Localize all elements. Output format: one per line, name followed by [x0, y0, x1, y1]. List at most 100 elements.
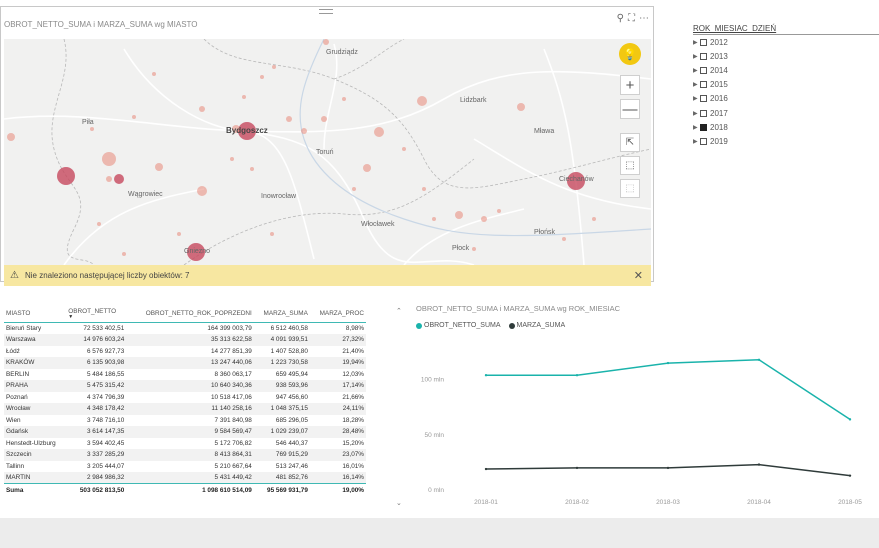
bubble[interactable] [199, 106, 205, 112]
map-visual[interactable]: OBROT_NETTO_SUMA i MARZA_SUMA wg MIASTO … [0, 6, 654, 286]
data-point[interactable] [848, 418, 852, 421]
bubble[interactable] [270, 232, 274, 236]
data-point[interactable] [575, 466, 579, 470]
date-slicer[interactable]: ROK_MIESIAC_DZIEŃ ▶ 2012 ▶ 2013 ▶ 2014 ▶ 2015 ▶ 2… [693, 24, 879, 149]
table-row[interactable]: Wrocław 4 348 178,42 11 140 258,16 1 048 37… [4, 403, 366, 415]
table-row[interactable]: Gdańsk 3 614 147,35 9 584 569,47 1 029 239,… [4, 426, 366, 438]
checkbox[interactable] [700, 95, 707, 103]
select-pointer-icon[interactable]: ⇱ [620, 133, 640, 152]
bubble[interactable] [106, 176, 112, 182]
table-row[interactable]: Łódź 6 576 927,73 14 277 851,39 1 407 528,8… [4, 346, 366, 358]
zoom-out-button[interactable]: — [620, 99, 640, 119]
table-row[interactable]: BERLIN 5 484 186,55 8 360 063,17 659 495,94… [4, 369, 366, 381]
expand-arrow-icon[interactable]: ▶ [693, 124, 698, 131]
data-point[interactable] [575, 374, 579, 377]
data-point[interactable] [757, 358, 761, 361]
column-header[interactable]: MIASTO [4, 305, 67, 323]
checkbox[interactable] [700, 52, 707, 60]
slicer-item-2015[interactable]: ▶ 2015 [693, 78, 879, 92]
map-bubbles[interactable] [7, 39, 596, 261]
bubble[interactable] [260, 75, 264, 79]
rect-select-icon[interactable]: ⬚ [620, 156, 640, 175]
bubble[interactable] [481, 216, 487, 222]
bubble[interactable] [230, 157, 234, 161]
expand-arrow-icon[interactable]: ▶ [693, 95, 698, 102]
column-header[interactable]: MARZA_PROC [309, 305, 366, 323]
slicer-item-2012[interactable]: ▶ 2012 [693, 35, 879, 49]
bubble[interactable] [323, 39, 329, 45]
table-row[interactable]: Bieruń Stary 72 533 402,51 164 399 003,79 6… [4, 323, 366, 335]
data-point[interactable] [848, 474, 852, 477]
bubble[interactable] [352, 187, 356, 191]
bubble[interactable] [342, 97, 346, 101]
checkbox[interactable] [700, 81, 707, 89]
bubble[interactable] [286, 116, 292, 122]
series-line-marza_suma[interactable] [485, 463, 851, 477]
data-point[interactable] [666, 466, 670, 470]
bubble[interactable] [497, 209, 501, 213]
expand-arrow-icon[interactable]: ▶ [693, 110, 698, 117]
bubble[interactable] [301, 128, 307, 134]
city-table[interactable]: MIASTO OBROT_NETTO ▼ OBROT_NETTO_ROK_POPR… [4, 305, 366, 515]
line-chart-visual[interactable]: ⌃ ⌄ OBROT_NETTO_SUMA i MARZA_SUMA wg ROK… [396, 301, 879, 515]
drag-grip-icon[interactable] [319, 9, 333, 14]
bubble[interactable] [562, 237, 566, 241]
bubble[interactable] [197, 186, 207, 196]
column-header[interactable]: OBROT_NETTO_ROK_POPRZEDNI [126, 305, 254, 323]
bubble[interactable] [422, 187, 426, 191]
focus-mode-icon[interactable]: ⛶ [628, 13, 635, 24]
bubble[interactable] [432, 217, 436, 221]
bubble[interactable] [417, 96, 427, 106]
lightbulb-icon[interactable]: 💡 [619, 43, 641, 65]
table-row[interactable]: Tallinn 3 205 444,07 5 210 667,64 513 247,4… [4, 461, 366, 473]
checkbox[interactable] [700, 66, 707, 74]
bubble[interactable] [402, 147, 406, 151]
slicer-item-2013[interactable]: ▶ 2013 [693, 49, 879, 63]
bubble[interactable] [152, 72, 156, 76]
table-row[interactable]: Warszawa 14 976 603,24 35 313 622,58 4 091 … [4, 334, 366, 346]
slicer-item-2018[interactable]: ▶ 2018 [693, 120, 879, 134]
bubble[interactable] [177, 232, 181, 236]
checkbox[interactable] [700, 109, 707, 117]
bubble[interactable] [102, 152, 116, 166]
table-row[interactable]: Wien 3 748 716,10 7 391 840,98 685 296,05 18… [4, 415, 366, 427]
expand-arrow-icon[interactable]: ▶ [693, 81, 698, 88]
map-area[interactable]: Grudziądz Piła Bydgoszcz Toruń Lidzbark … [4, 39, 651, 265]
line-chart-svg[interactable]: 0 mln 50 mln 100 mln 2018-01 2018-02 2018-03 2… [396, 301, 879, 515]
data-point[interactable] [757, 463, 761, 466]
table-row[interactable]: MARTIN 2 984 986,32 5 431 449,42 481 852,76… [4, 472, 366, 484]
data-point[interactable] [484, 467, 488, 471]
table-row[interactable]: PRAHA 5 475 315,42 10 640 340,36 938 593,96… [4, 380, 366, 392]
bubble[interactable] [272, 65, 276, 69]
slicer-item-2019[interactable]: ▶ 2019 [693, 134, 879, 148]
bubble[interactable] [97, 222, 101, 226]
bubble[interactable] [250, 167, 254, 171]
bubble[interactable] [374, 127, 384, 137]
expand-arrow-icon[interactable]: ▶ [693, 53, 698, 60]
bubble[interactable] [363, 164, 371, 172]
expand-arrow-icon[interactable]: ▶ [693, 138, 698, 145]
column-header-sorted[interactable]: OBROT_NETTO ▼ [66, 305, 127, 323]
data-point[interactable] [484, 374, 488, 377]
expand-arrow-icon[interactable]: ▶ [693, 39, 698, 46]
pin-icon[interactable]: ⚲ [617, 13, 624, 24]
series-line-obrot_netto_suma[interactable] [486, 359, 851, 420]
checkbox[interactable] [700, 38, 707, 46]
bubble[interactable] [321, 116, 327, 122]
bubble[interactable] [517, 103, 525, 111]
expand-arrow-icon[interactable]: ▶ [693, 67, 698, 74]
checkbox[interactable] [700, 137, 707, 145]
bubble[interactable] [132, 115, 136, 119]
table-row[interactable]: KRAKÓW 6 135 903,98 13 247 440,06 1 223 730… [4, 357, 366, 369]
bubble[interactable] [57, 167, 75, 185]
slicer-item-2014[interactable]: ▶ 2014 [693, 63, 879, 77]
slicer-item-2016[interactable]: ▶ 2016 [693, 92, 879, 106]
more-options-icon[interactable]: ⋯ [639, 13, 649, 24]
bubble[interactable] [155, 163, 163, 171]
table-row[interactable]: Szczecin 3 337 285,29 8 413 864,31 769 915,… [4, 449, 366, 461]
zoom-in-button[interactable]: + [620, 75, 640, 95]
bubble[interactable] [90, 127, 94, 131]
lasso-select-icon[interactable]: ⬚ [620, 179, 640, 198]
bubble[interactable] [455, 211, 463, 219]
bubble[interactable] [7, 133, 15, 141]
